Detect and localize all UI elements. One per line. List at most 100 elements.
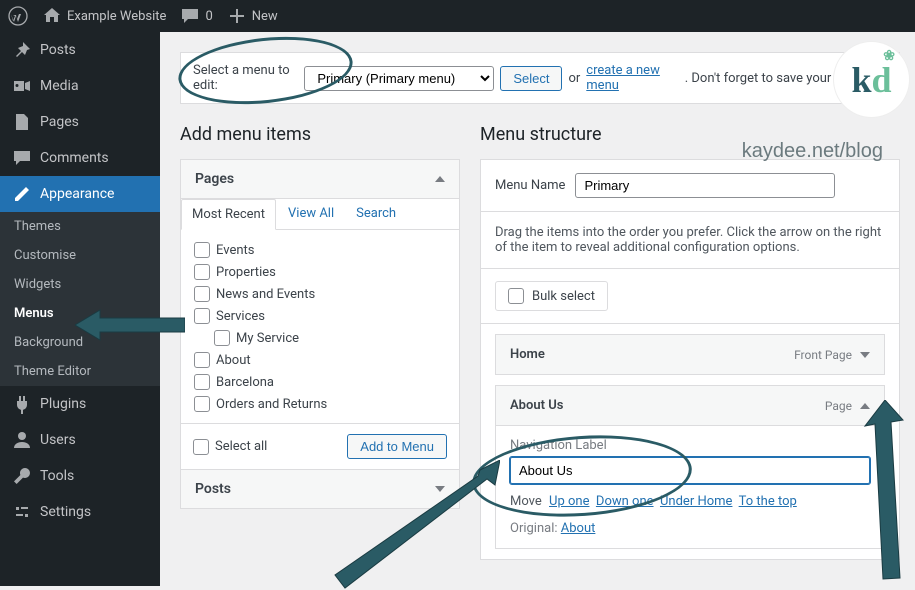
- chevron-down-icon: [435, 486, 445, 492]
- checkbox-icon[interactable]: [193, 439, 209, 455]
- page-checkbox-item[interactable]: Orders and Returns: [194, 393, 446, 413]
- chevron-up-icon[interactable]: [860, 403, 870, 409]
- add-to-menu-button[interactable]: Add to Menu: [347, 434, 447, 459]
- menu-name-input[interactable]: [575, 173, 835, 198]
- nav-label-label: Navigation Label: [510, 438, 870, 453]
- pages-panel-header[interactable]: Pages: [181, 160, 459, 198]
- page-checkbox-item[interactable]: About: [194, 349, 446, 371]
- settings-icon: [12, 502, 32, 522]
- move-up-one-link[interactable]: Up one: [549, 494, 589, 509]
- submenu-background[interactable]: Background: [0, 328, 160, 357]
- menu-structure-column: Menu structure Menu Name Drag the items …: [480, 124, 900, 560]
- wp-logo[interactable]: [8, 6, 28, 26]
- page-checkbox-item[interactable]: Services: [194, 305, 446, 327]
- checkbox-icon[interactable]: [508, 288, 524, 304]
- page-checkbox-item[interactable]: News and Events: [194, 283, 446, 305]
- comments-link[interactable]: 0: [180, 6, 212, 26]
- appearance-icon: [12, 184, 32, 204]
- tab-view-all[interactable]: View All: [278, 199, 344, 229]
- sidebar-item-appearance[interactable]: Appearance: [0, 176, 160, 212]
- new-link[interactable]: New: [227, 6, 278, 26]
- page-item-label: News and Events: [216, 287, 315, 302]
- sidebar-item-comments[interactable]: Comments: [0, 140, 160, 176]
- or-text: or: [568, 71, 580, 86]
- move-links: Move Up one Down one Under Home To the t…: [510, 494, 870, 509]
- menu-item-header[interactable]: About Us Page: [496, 386, 884, 426]
- pushpin-icon: [12, 40, 32, 60]
- menu-item-type: Page: [825, 399, 852, 413]
- tools-icon: [12, 466, 32, 486]
- checkbox-icon[interactable]: [194, 374, 210, 390]
- add-menu-items-column: Add menu items Pages Most Recent View Al…: [180, 124, 460, 560]
- sidebar-item-settings[interactable]: Settings: [0, 494, 160, 530]
- sidebar-item-plugins[interactable]: Plugins: [0, 386, 160, 422]
- page-item-label: Services: [216, 309, 265, 324]
- submenu-customise[interactable]: Customise: [0, 241, 160, 270]
- page-checkbox-item[interactable]: Events: [194, 239, 446, 261]
- new-label: New: [252, 9, 278, 24]
- page-item-label: Barcelona: [216, 375, 274, 390]
- page-checkbox-item[interactable]: My Service: [194, 327, 446, 349]
- posts-panel-title: Posts: [195, 481, 231, 497]
- admin-sidebar: Posts Media Pages Comments Appearance Th…: [0, 32, 160, 586]
- drag-instructions: Drag the items into the order you prefer…: [481, 212, 899, 269]
- page-checkbox-item[interactable]: Properties: [194, 261, 446, 283]
- move-to-top-link[interactable]: To the top: [739, 494, 797, 509]
- select-all-label: Select all: [215, 439, 267, 454]
- checkbox-icon[interactable]: [194, 352, 210, 368]
- menu-name-label: Menu Name: [495, 178, 565, 193]
- media-icon: [12, 76, 32, 96]
- checkbox-icon[interactable]: [194, 308, 210, 324]
- checkbox-icon[interactable]: [194, 396, 210, 412]
- sidebar-item-tools[interactable]: Tools: [0, 458, 160, 494]
- submenu-menus[interactable]: Menus: [0, 299, 160, 328]
- menu-select-dropdown[interactable]: Primary (Primary menu): [304, 66, 494, 91]
- checkbox-icon[interactable]: [194, 264, 210, 280]
- bulk-select[interactable]: Bulk select: [495, 281, 608, 311]
- sidebar-item-users[interactable]: Users: [0, 422, 160, 458]
- move-down-one-link[interactable]: Down one: [596, 494, 654, 509]
- create-new-menu-link[interactable]: create a new menu: [586, 63, 678, 93]
- comments-count: 0: [205, 9, 212, 24]
- sidebar-item-media[interactable]: Media: [0, 68, 160, 104]
- menu-item-title: About Us: [510, 398, 563, 413]
- tab-search[interactable]: Search: [346, 199, 406, 229]
- select-button[interactable]: Select: [500, 66, 562, 91]
- select-all-checkbox[interactable]: Select all: [193, 439, 267, 455]
- menu-structure-box: Menu Name Drag the items into the order …: [480, 159, 900, 560]
- checkbox-icon[interactable]: [194, 242, 210, 258]
- tab-most-recent[interactable]: Most Recent: [181, 199, 276, 230]
- users-icon: [12, 430, 32, 450]
- bulk-select-label: Bulk select: [532, 289, 595, 304]
- menu-item-home[interactable]: Home Front Page: [495, 334, 885, 375]
- sidebar-item-pages[interactable]: Pages: [0, 104, 160, 140]
- plugins-icon: [12, 394, 32, 414]
- posts-panel-header[interactable]: Posts: [181, 469, 459, 508]
- chevron-down-icon[interactable]: [860, 352, 870, 358]
- page-checkbox-item[interactable]: Barcelona: [194, 371, 446, 393]
- sidebar-item-posts[interactable]: Posts: [0, 32, 160, 68]
- checkbox-icon[interactable]: [194, 286, 210, 302]
- sidebar-label: Plugins: [40, 396, 86, 412]
- pages-checklist[interactable]: Events Properties News and Events Servic…: [193, 238, 447, 413]
- site-link[interactable]: Example Website: [42, 6, 166, 26]
- pages-icon: [12, 112, 32, 132]
- sidebar-label: Media: [40, 78, 79, 94]
- site-name: Example Website: [67, 9, 166, 24]
- sidebar-label: Pages: [40, 114, 79, 130]
- checkbox-icon[interactable]: [214, 330, 230, 346]
- menu-item-about-us: About Us Page Navigation Label Move Up o…: [495, 385, 885, 549]
- original-link[interactable]: About: [561, 521, 596, 536]
- comments-icon: [12, 148, 32, 168]
- submenu-theme-editor[interactable]: Theme Editor: [0, 357, 160, 386]
- pages-panel-footer: Select all Add to Menu: [181, 423, 459, 469]
- sidebar-label: Users: [40, 432, 76, 448]
- sidebar-label: Posts: [40, 42, 76, 58]
- move-under-home-link[interactable]: Under Home: [660, 494, 732, 509]
- admin-top-bar: Example Website 0 New: [0, 0, 915, 32]
- submenu-widgets[interactable]: Widgets: [0, 270, 160, 299]
- sidebar-label: Tools: [40, 468, 74, 484]
- kd-logo-watermark: ❀ kd: [834, 42, 909, 117]
- nav-label-input[interactable]: [510, 457, 870, 484]
- submenu-themes[interactable]: Themes: [0, 212, 160, 241]
